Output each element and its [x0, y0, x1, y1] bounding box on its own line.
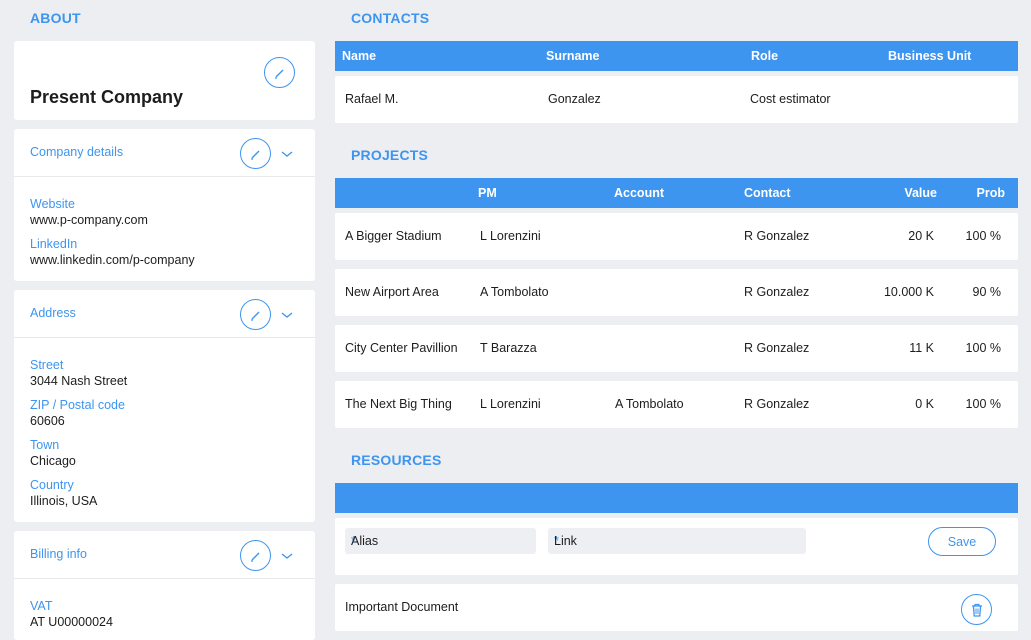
- company-details-header[interactable]: Company details: [14, 129, 315, 177]
- project-value: 0 K: [915, 397, 934, 411]
- country-label: Country: [30, 478, 74, 492]
- pencil-icon: [250, 311, 259, 321]
- website-field: Website www.p-company.com: [30, 196, 148, 228]
- street-field: Street 3044 Nash Street: [30, 357, 127, 389]
- linkedin-value: www.linkedin.com/p-company: [30, 253, 195, 267]
- pencil-icon: [274, 69, 283, 79]
- project-prob: 90 %: [972, 285, 1002, 299]
- edit-company-details-button[interactable]: [240, 138, 271, 169]
- project-contact: R Gonzalez: [744, 229, 810, 243]
- country-field: Country Illinois, USA: [30, 477, 97, 509]
- chevron-down-icon[interactable]: [280, 551, 294, 561]
- edit-company-button[interactable]: [264, 57, 295, 88]
- contacts-table-header: Name Surname Role Business Unit: [335, 41, 1018, 71]
- resources-table-header: [335, 483, 1018, 513]
- town-value: Chicago: [30, 454, 76, 468]
- save-button[interactable]: Save: [928, 527, 996, 556]
- col-surname[interactable]: Surname: [546, 49, 600, 63]
- address-label: Address: [30, 306, 76, 320]
- zip-field: ZIP / Postal code 60606: [30, 397, 125, 429]
- contacts-title: CONTACTS: [351, 10, 430, 26]
- trash-icon: [971, 603, 982, 617]
- resource-label: Important Document: [345, 600, 459, 614]
- project-prob: 100 %: [965, 341, 1001, 355]
- projects-table-header: PM Account Contact Value Prob: [335, 178, 1018, 208]
- company-details-label: Company details: [30, 145, 124, 159]
- chevron-down-icon[interactable]: [280, 149, 294, 159]
- link-placeholder: Link: [554, 534, 577, 548]
- contact-name: Rafael M.: [345, 92, 399, 106]
- country-value: Illinois, USA: [30, 494, 98, 508]
- project-prob: 100 %: [965, 229, 1001, 243]
- contact-surname: Gonzalez: [548, 92, 601, 106]
- chevron-down-icon[interactable]: [280, 310, 294, 320]
- project-row[interactable]: New Airport Area A Tombolato R Gonzalez …: [335, 269, 1018, 316]
- contact-row[interactable]: Rafael M. Gonzalez Cost estimator: [335, 76, 1018, 123]
- col-name[interactable]: Name: [342, 49, 376, 63]
- col-prob[interactable]: Prob: [977, 186, 1005, 200]
- project-row[interactable]: The Next Big Thing L Lorenzini A Tombola…: [335, 381, 1018, 428]
- project-name: The Next Big Thing: [345, 397, 452, 411]
- project-pm: L Lorenzini: [480, 229, 541, 243]
- col-role[interactable]: Role: [751, 49, 778, 63]
- project-contact: R Gonzalez: [744, 397, 810, 411]
- linkedin-label: LinkedIn: [30, 237, 78, 251]
- town-field: Town Chicago: [30, 437, 76, 469]
- vat-value: AT U00000024: [30, 615, 113, 629]
- project-value: 10.000 K: [883, 285, 934, 299]
- billing-card: Billing info VAT AT U00000024: [14, 531, 315, 640]
- resource-row[interactable]: Important Document: [335, 584, 1018, 631]
- project-pm: T Barazza: [480, 341, 537, 355]
- address-card: Address Street 3044 Nash Street ZIP / Po…: [14, 290, 315, 522]
- pencil-icon: [250, 150, 259, 160]
- resources-title: RESOURCES: [351, 452, 442, 468]
- edit-address-button[interactable]: [240, 299, 271, 330]
- alias-placeholder: Alias: [351, 534, 379, 548]
- address-header[interactable]: Address: [14, 290, 315, 338]
- billing-label: Billing info: [30, 547, 87, 561]
- alias-input[interactable]: * Alias: [345, 528, 536, 554]
- street-value: 3044 Nash Street: [30, 374, 128, 388]
- project-row[interactable]: City Center Pavillion T Barazza R Gonzal…: [335, 325, 1018, 372]
- resource-form-row: * Alias * Link Save: [335, 518, 1018, 575]
- zip-value: 60606: [30, 414, 65, 428]
- billing-header[interactable]: Billing info: [14, 531, 315, 579]
- vat-label: VAT: [30, 599, 53, 613]
- project-contact: R Gonzalez: [744, 285, 810, 299]
- project-name: City Center Pavillion: [345, 341, 458, 355]
- col-contact[interactable]: Contact: [744, 186, 791, 200]
- vat-field: VAT AT U00000024: [30, 598, 113, 630]
- project-pm: L Lorenzini: [480, 397, 541, 411]
- project-contact: R Gonzalez: [744, 341, 810, 355]
- street-label: Street: [30, 358, 64, 372]
- col-business-unit[interactable]: Business Unit: [888, 49, 971, 63]
- about-title: ABOUT: [30, 10, 81, 26]
- company-details-card: Company details Website www.p-company.co…: [14, 129, 315, 281]
- linkedin-field: LinkedIn www.linkedin.com/p-company: [30, 236, 195, 268]
- project-account: A Tombolato: [615, 397, 684, 411]
- col-account[interactable]: Account: [614, 186, 664, 200]
- pencil-icon: [250, 552, 259, 562]
- col-pm[interactable]: PM: [478, 186, 497, 200]
- website-value: www.p-company.com: [30, 213, 148, 227]
- projects-title: PROJECTS: [351, 147, 429, 163]
- project-name: A Bigger Stadium: [345, 229, 442, 243]
- project-prob: 100 %: [965, 397, 1001, 411]
- zip-label: ZIP / Postal code: [30, 398, 125, 412]
- company-header-card: Present Company: [14, 41, 315, 120]
- col-value[interactable]: Value: [904, 186, 937, 200]
- edit-billing-button[interactable]: [240, 540, 271, 571]
- project-pm: A Tombolato: [480, 285, 549, 299]
- project-row[interactable]: A Bigger Stadium L Lorenzini R Gonzalez …: [335, 213, 1018, 260]
- contact-role: Cost estimator: [750, 92, 831, 106]
- project-value: 11 K: [909, 341, 934, 355]
- project-value: 20 K: [908, 229, 934, 243]
- website-label: Website: [30, 197, 75, 211]
- company-name: Present Company: [30, 87, 184, 107]
- town-label: Town: [30, 438, 60, 452]
- delete-resource-button[interactable]: [961, 594, 992, 625]
- project-name: New Airport Area: [345, 285, 439, 299]
- link-input[interactable]: * Link: [548, 528, 806, 554]
